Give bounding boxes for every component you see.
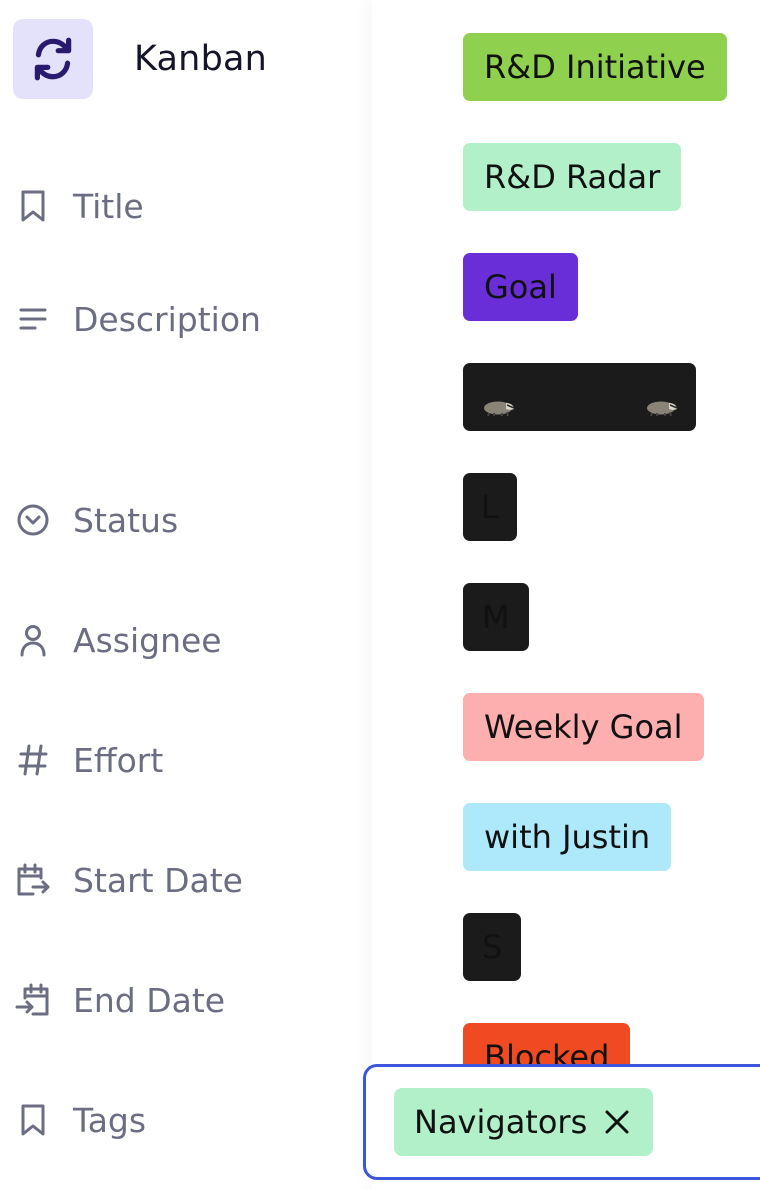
tag-label: Badger — [522, 378, 638, 416]
bookmark-icon — [14, 187, 52, 225]
field-status[interactable]: Status — [14, 498, 178, 542]
tag-label: with Justin — [484, 818, 651, 856]
app-header: Kanban — [13, 19, 267, 99]
person-icon — [14, 621, 52, 659]
tag-option-with-justin[interactable]: with Justin — [463, 803, 672, 871]
calendar-end-icon — [14, 981, 52, 1019]
tag-option-l[interactable]: L — [463, 473, 517, 541]
tag-option-goal[interactable]: Goal — [463, 253, 578, 321]
field-label: Assignee — [73, 620, 222, 660]
tag-label: R&D Initiative — [484, 48, 706, 86]
calendar-start-icon — [14, 861, 52, 899]
tag-label: M — [482, 598, 510, 636]
tag-option-badger[interactable]: Badger — [463, 363, 697, 431]
field-title[interactable]: Title — [14, 184, 144, 228]
field-label: Description — [73, 299, 261, 339]
field-label: End Date — [73, 980, 226, 1020]
tag-option-rd-initiative[interactable]: R&D Initiative — [463, 33, 727, 101]
tag-option-m[interactable]: M — [463, 583, 529, 651]
field-assignee[interactable]: Assignee — [14, 618, 222, 662]
field-effort[interactable]: Effort — [14, 738, 163, 782]
field-label: Tags — [73, 1100, 147, 1140]
field-tags[interactable]: Tags — [14, 1098, 146, 1142]
field-label: Title — [73, 186, 144, 226]
bookmark-icon — [14, 1101, 52, 1139]
tag-label: Goal — [484, 268, 557, 306]
badger-icon — [644, 387, 678, 417]
kanban-card-editor: Kanban Title Description Status Assignee — [0, 0, 760, 1190]
tag-option-rd-radar[interactable]: R&D Radar — [463, 143, 682, 211]
sync-arrows-icon[interactable] — [13, 19, 93, 99]
app-title: Kanban — [134, 39, 268, 79]
chevron-circle-icon — [14, 501, 52, 539]
field-label: Start Date — [73, 860, 243, 900]
field-label: Effort — [73, 740, 164, 780]
badger-icon — [481, 387, 515, 417]
close-icon[interactable] — [601, 1106, 633, 1138]
tag-label: L — [481, 488, 499, 526]
field-label: Status — [73, 500, 179, 540]
selected-tag-chip: Navigators — [394, 1088, 654, 1156]
field-end-date[interactable]: End Date — [14, 978, 225, 1022]
tags-input[interactable]: Navigators — [363, 1064, 760, 1180]
tag-label: S — [482, 928, 503, 966]
hash-icon — [14, 741, 52, 779]
field-description[interactable]: Description — [14, 297, 261, 341]
text-lines-icon — [14, 300, 52, 338]
tag-label: R&D Radar — [484, 158, 661, 196]
tag-option-weekly-goal[interactable]: Weekly Goal — [463, 693, 704, 761]
tag-label: Weekly Goal — [484, 708, 683, 746]
tag-options-list: R&D Initiative R&D Radar Goal Badger L M… — [372, 0, 760, 1190]
field-start-date[interactable]: Start Date — [14, 858, 243, 902]
selected-tag-label: Navigators — [414, 1103, 588, 1141]
tag-option-s[interactable]: S — [463, 913, 522, 981]
field-sidebar: Kanban Title Description Status Assignee — [0, 0, 372, 1190]
